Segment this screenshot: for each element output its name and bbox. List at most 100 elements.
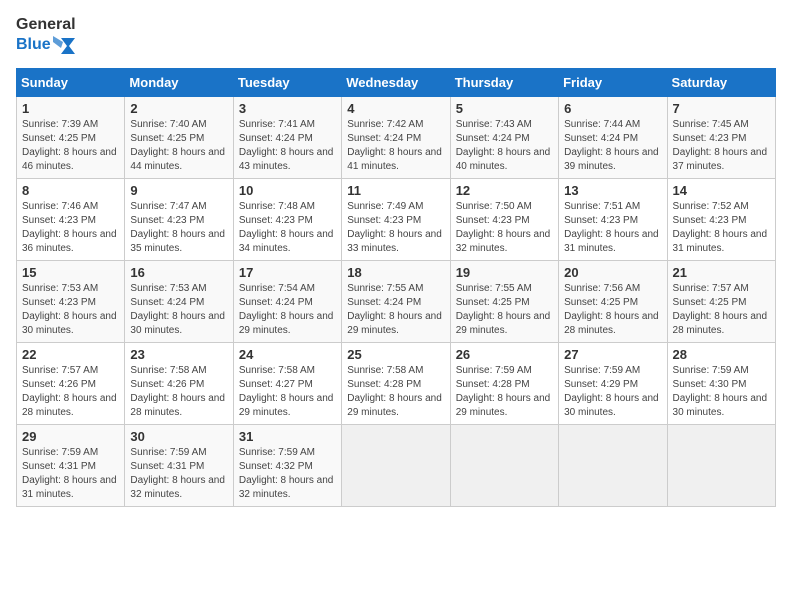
day-number: 18 [347,265,444,280]
calendar-cell: 15Sunrise: 7:53 AMSunset: 4:23 PMDayligh… [17,260,125,342]
calendar-cell: 21 Sunrise: 7:57 AMSunset: 4:25 PMDayligh… [667,260,775,342]
day-info: Sunrise: 7:57 AMSunset: 4:25 PMDaylight:… [673,282,770,338]
logo-bird-icon [53,34,75,56]
calendar-cell: 22Sunrise: 7:57 AMSunset: 4:26 PMDayligh… [17,342,125,424]
calendar-cell: 24 Sunrise: 7:58 AMSunset: 4:27 PMDayligh… [233,342,341,424]
day-number: 5 [456,101,553,116]
day-info: Sunrise: 7:58 AMSunset: 4:26 PMDaylight:… [130,364,227,420]
day-number: 6 [564,101,661,116]
calendar-cell: 1 Sunrise: 7:39 AMSunset: 4:25 PMDaylight… [17,96,125,178]
day-number: 2 [130,101,227,116]
day-number: 8 [22,183,119,198]
day-number: 27 [564,347,661,362]
day-number: 26 [456,347,553,362]
calendar-cell: 11 Sunrise: 7:49 AMSunset: 4:23 PMDayligh… [342,178,450,260]
calendar-cell: 25 Sunrise: 7:58 AMSunset: 4:28 PMDayligh… [342,342,450,424]
day-number: 15 [22,265,119,280]
weekday-header: Sunday [17,68,125,96]
day-number: 28 [673,347,770,362]
calendar-cell: 8 Sunrise: 7:46 AMSunset: 4:23 PMDaylight… [17,178,125,260]
day-info: Sunrise: 7:53 AMSunset: 4:24 PMDaylight:… [130,282,227,338]
day-info: Sunrise: 7:55 AMSunset: 4:25 PMDaylight:… [456,282,553,338]
calendar-week-row: 22Sunrise: 7:57 AMSunset: 4:26 PMDayligh… [17,342,776,424]
calendar-week-row: 8 Sunrise: 7:46 AMSunset: 4:23 PMDaylight… [17,178,776,260]
calendar-week-row: 1 Sunrise: 7:39 AMSunset: 4:25 PMDaylight… [17,96,776,178]
day-info: Sunrise: 7:43 AMSunset: 4:24 PMDaylight:… [456,118,553,174]
day-info: Sunrise: 7:44 AMSunset: 4:24 PMDaylight:… [564,118,661,174]
calendar-cell: 18 Sunrise: 7:55 AMSunset: 4:24 PMDayligh… [342,260,450,342]
logo: General Blue [16,16,76,56]
day-info: Sunrise: 7:59 AMSunset: 4:28 PMDaylight:… [456,364,553,420]
calendar-cell: 7Sunrise: 7:45 AMSunset: 4:23 PMDaylight… [667,96,775,178]
day-info: Sunrise: 7:59 AMSunset: 4:30 PMDaylight:… [673,364,770,420]
day-number: 16 [130,265,227,280]
calendar-cell: 23 Sunrise: 7:58 AMSunset: 4:26 PMDayligh… [125,342,233,424]
day-info: Sunrise: 7:46 AMSunset: 4:23 PMDaylight:… [22,200,119,256]
day-info: Sunrise: 7:45 AMSunset: 4:23 PMDaylight:… [673,118,770,174]
day-info: Sunrise: 7:48 AMSunset: 4:23 PMDaylight:… [239,200,336,256]
day-info: Sunrise: 7:55 AMSunset: 4:24 PMDaylight:… [347,282,444,338]
day-number: 1 [22,101,119,116]
day-number: 10 [239,183,336,198]
day-info: Sunrise: 7:58 AMSunset: 4:27 PMDaylight:… [239,364,336,420]
day-info: Sunrise: 7:47 AMSunset: 4:23 PMDaylight:… [130,200,227,256]
day-info: Sunrise: 7:58 AMSunset: 4:28 PMDaylight:… [347,364,444,420]
calendar-cell [559,424,667,506]
calendar-cell: 12 Sunrise: 7:50 AMSunset: 4:23 PMDayligh… [450,178,558,260]
calendar-cell: 27 Sunrise: 7:59 AMSunset: 4:29 PMDayligh… [559,342,667,424]
day-number: 3 [239,101,336,116]
calendar-cell: 4 Sunrise: 7:42 AMSunset: 4:24 PMDaylight… [342,96,450,178]
calendar-cell: 26 Sunrise: 7:59 AMSunset: 4:28 PMDayligh… [450,342,558,424]
day-number: 9 [130,183,227,198]
day-number: 13 [564,183,661,198]
day-info: Sunrise: 7:42 AMSunset: 4:24 PMDaylight:… [347,118,444,174]
weekday-header: Thursday [450,68,558,96]
calendar-cell: 19 Sunrise: 7:55 AMSunset: 4:25 PMDayligh… [450,260,558,342]
calendar-cell: 29Sunrise: 7:59 AMSunset: 4:31 PMDayligh… [17,424,125,506]
day-number: 25 [347,347,444,362]
day-info: Sunrise: 7:52 AMSunset: 4:23 PMDaylight:… [673,200,770,256]
day-info: Sunrise: 7:41 AMSunset: 4:24 PMDaylight:… [239,118,336,174]
page-header: General Blue [16,16,776,56]
weekday-header-row: SundayMondayTuesdayWednesdayThursdayFrid… [17,68,776,96]
day-info: Sunrise: 7:50 AMSunset: 4:23 PMDaylight:… [456,200,553,256]
day-number: 20 [564,265,661,280]
day-number: 19 [456,265,553,280]
calendar-cell: 5 Sunrise: 7:43 AMSunset: 4:24 PMDaylight… [450,96,558,178]
calendar-cell: 10 Sunrise: 7:48 AMSunset: 4:23 PMDayligh… [233,178,341,260]
weekday-header: Monday [125,68,233,96]
calendar-cell: 3 Sunrise: 7:41 AMSunset: 4:24 PMDaylight… [233,96,341,178]
weekday-header: Wednesday [342,68,450,96]
calendar-cell: 14Sunrise: 7:52 AMSunset: 4:23 PMDayligh… [667,178,775,260]
weekday-header: Friday [559,68,667,96]
calendar-cell: 20Sunrise: 7:56 AMSunset: 4:25 PMDayligh… [559,260,667,342]
day-number: 24 [239,347,336,362]
day-info: Sunrise: 7:59 AMSunset: 4:31 PMDaylight:… [130,446,227,502]
calendar-cell: 2Sunrise: 7:40 AMSunset: 4:25 PMDaylight… [125,96,233,178]
calendar-cell: 17Sunrise: 7:54 AMSunset: 4:24 PMDayligh… [233,260,341,342]
day-number: 30 [130,429,227,444]
day-number: 11 [347,183,444,198]
day-info: Sunrise: 7:59 AMSunset: 4:31 PMDaylight:… [22,446,119,502]
logo-general: General [16,16,76,34]
calendar-cell: 9 Sunrise: 7:47 AMSunset: 4:23 PMDaylight… [125,178,233,260]
day-number: 4 [347,101,444,116]
day-info: Sunrise: 7:59 AMSunset: 4:29 PMDaylight:… [564,364,661,420]
weekday-header: Tuesday [233,68,341,96]
day-number: 23 [130,347,227,362]
logo-blue: Blue [16,36,51,54]
calendar-cell [450,424,558,506]
calendar-cell: 30 Sunrise: 7:59 AMSunset: 4:31 PMDayligh… [125,424,233,506]
calendar-cell: 28 Sunrise: 7:59 AMSunset: 4:30 PMDayligh… [667,342,775,424]
day-info: Sunrise: 7:39 AMSunset: 4:25 PMDaylight:… [22,118,119,174]
day-info: Sunrise: 7:49 AMSunset: 4:23 PMDaylight:… [347,200,444,256]
day-number: 21 [673,265,770,280]
calendar-week-row: 15Sunrise: 7:53 AMSunset: 4:23 PMDayligh… [17,260,776,342]
day-number: 12 [456,183,553,198]
calendar-cell: 31Sunrise: 7:59 AMSunset: 4:32 PMDayligh… [233,424,341,506]
calendar-cell [342,424,450,506]
day-info: Sunrise: 7:51 AMSunset: 4:23 PMDaylight:… [564,200,661,256]
weekday-header: Saturday [667,68,775,96]
calendar-cell: 13 Sunrise: 7:51 AMSunset: 4:23 PMDayligh… [559,178,667,260]
day-number: 17 [239,265,336,280]
